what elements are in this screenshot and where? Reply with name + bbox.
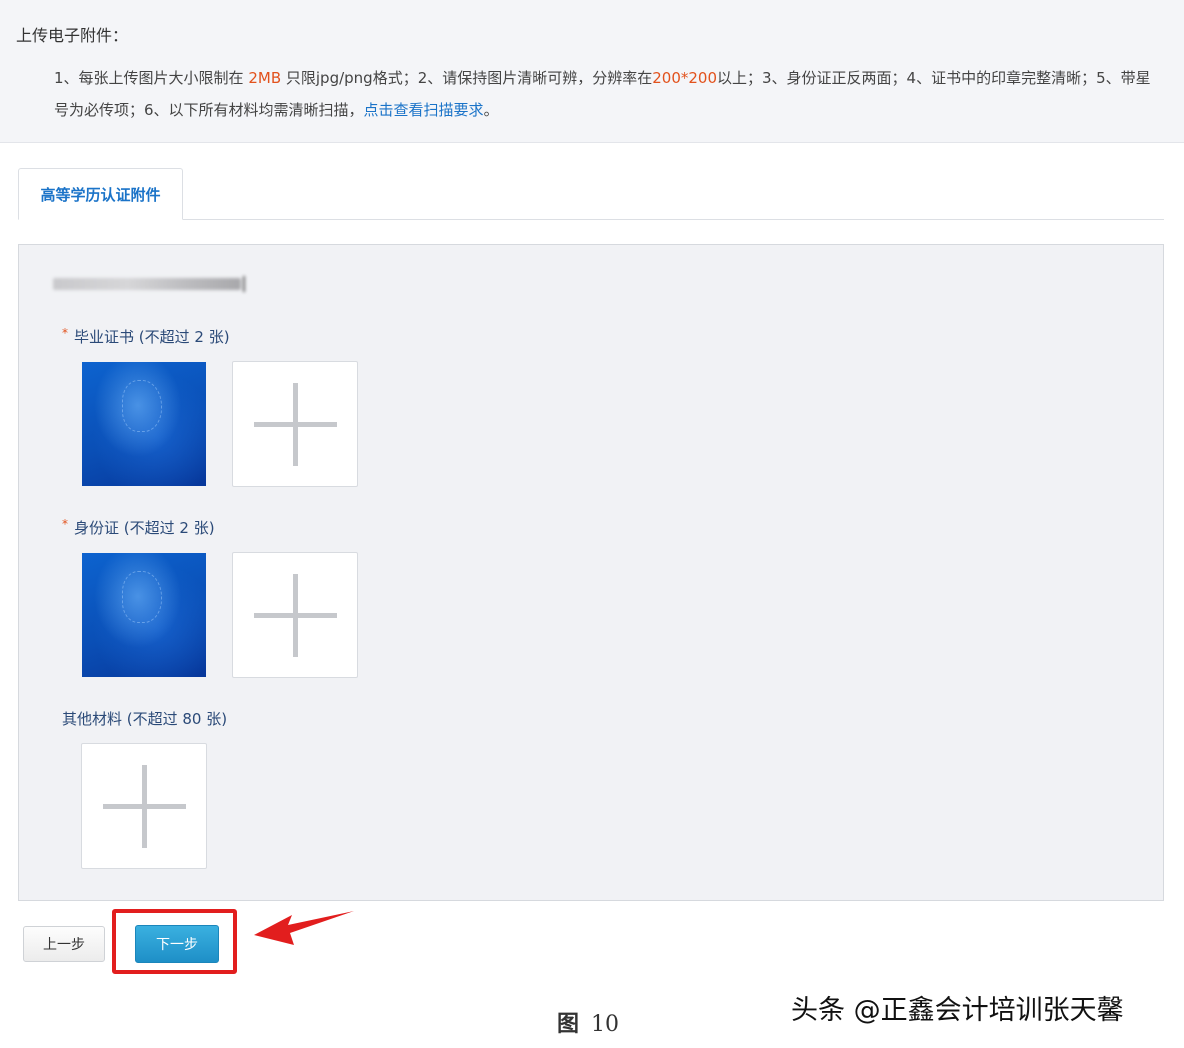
highlight-annotation-box (112, 909, 237, 974)
id-card-add-button[interactable] (232, 552, 358, 678)
notice-resolution: 200*200 (652, 69, 718, 87)
blurred-applicant-name (53, 276, 245, 292)
notice-body: 1、每张上传图片大小限制在 2MB 只限jpg/png格式；2、请保持图片清晰可… (54, 62, 1164, 126)
tab-education-attachments[interactable]: 高等学历认证附件 (18, 168, 183, 220)
required-marker: * (62, 517, 68, 531)
section-other-label: 其他材料 (不超过 80 张) (62, 710, 228, 728)
notice-size-limit: 2MB (248, 69, 282, 87)
tab-bar: 高等学历认证附件 (18, 168, 1164, 220)
diploma-thumbnail[interactable] (82, 362, 206, 486)
upload-notice: 上传电子附件： 1、每张上传图片大小限制在 2MB 只限jpg/png格式；2、… (0, 0, 1184, 143)
plus-icon (254, 422, 337, 427)
figure-caption: 图 10 (557, 1006, 619, 1038)
arrow-annotation-icon (254, 911, 354, 945)
scan-requirements-link[interactable]: 点击查看扫描要求 (364, 101, 484, 119)
section-id-card-text: 身份证 (不超过 2 张) (74, 519, 215, 537)
notice-text-end: 。 (483, 101, 499, 119)
plus-icon (103, 804, 186, 809)
prev-step-button[interactable]: 上一步 (23, 926, 105, 962)
required-marker: * (62, 326, 68, 340)
section-diploma-text: 毕业证书 (不超过 2 张) (74, 328, 230, 346)
figure-number: 10 (591, 1012, 620, 1037)
watermark: 头条 @正鑫会计培训张天馨 (791, 995, 1124, 1026)
section-id-card-label: * 身份证 (不超过 2 张) (62, 517, 215, 538)
plus-icon (254, 613, 337, 618)
notice-text-part: 只限jpg/png格式；2、请保持图片清晰可辨，分辨率在 (281, 69, 653, 87)
notice-title: 上传电子附件： (16, 26, 129, 45)
section-diploma-label: * 毕业证书 (不超过 2 张) (62, 326, 230, 347)
id-card-thumbnail[interactable] (82, 553, 206, 677)
attachments-panel: * 毕业证书 (不超过 2 张) * 身份证 (不超过 2 张) 其他材料 (不超过… (18, 244, 1164, 901)
figure-label: 图 (557, 1011, 580, 1037)
diploma-add-button[interactable] (232, 361, 358, 487)
other-materials-add-button[interactable] (81, 743, 207, 869)
notice-text-part: 1、每张上传图片大小限制在 (54, 69, 249, 87)
